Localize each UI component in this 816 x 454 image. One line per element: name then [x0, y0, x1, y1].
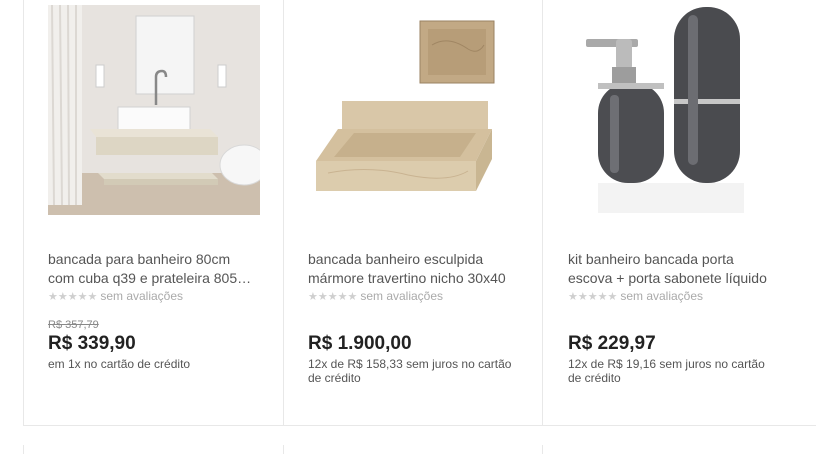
- product-title-line[interactable]: bancada banheiro esculpida: [308, 250, 520, 269]
- rating: ★★★★★ sem avaliações: [568, 289, 703, 304]
- star-rating-icon: ★★★★★: [308, 290, 358, 303]
- product-title-line[interactable]: mármore travertino nicho 30x40: [308, 269, 520, 288]
- product-title-line[interactable]: com cuba q39 e prateleira 805…: [48, 269, 260, 288]
- star-rating-icon: ★★★★★: [48, 290, 98, 303]
- installments-text: em 1x no cartão de crédito: [48, 357, 191, 371]
- rating-text: sem avaliações: [360, 289, 444, 303]
- product-title[interactable]: bancada para banheiro 80cm com cuba q39 …: [48, 250, 260, 288]
- product-image[interactable]: [48, 5, 260, 215]
- product-image[interactable]: [568, 5, 780, 215]
- product-card[interactable]: kit banheiro bancada porta escova + port…: [544, 0, 784, 425]
- rating: ★★★★★ sem avaliações: [308, 289, 443, 304]
- product-title-line[interactable]: kit banheiro bancada porta: [568, 250, 780, 269]
- product-title[interactable]: bancada banheiro esculpida mármore trave…: [308, 250, 520, 288]
- price: R$ 229,97: [568, 333, 656, 354]
- column-divider: [542, 445, 543, 454]
- product-image[interactable]: [308, 5, 520, 215]
- rating: ★★★★★ sem avaliações: [48, 289, 183, 304]
- column-divider: [23, 445, 24, 454]
- product-card[interactable]: bancada para banheiro 80cm com cuba q39 …: [24, 0, 264, 425]
- installments-text: 12x de R$ 19,16 sem juros no cartão de c…: [568, 357, 765, 385]
- star-rating-icon: ★★★★★: [568, 290, 618, 303]
- rating-text: sem avaliações: [100, 289, 184, 303]
- price: R$ 1.900,00: [308, 333, 412, 354]
- product-title-line[interactable]: bancada para banheiro 80cm: [48, 250, 260, 269]
- column-divider: [283, 445, 284, 454]
- product-grid: bancada para banheiro 80cm com cuba q39 …: [0, 0, 816, 454]
- row-divider: [23, 425, 816, 426]
- installments-text: 12x de R$ 158,33 sem juros no cartão de …: [308, 357, 512, 385]
- product-title[interactable]: kit banheiro bancada porta escova + port…: [568, 250, 780, 288]
- price: R$ 339,90: [48, 333, 136, 354]
- rating-text: sem avaliações: [620, 289, 704, 303]
- product-card[interactable]: bancada banheiro esculpida mármore trave…: [284, 0, 524, 425]
- product-title-line[interactable]: escova + porta sabonete líquido: [568, 269, 780, 288]
- column-divider: [542, 0, 543, 425]
- old-price: R$ 357,79: [48, 319, 99, 331]
